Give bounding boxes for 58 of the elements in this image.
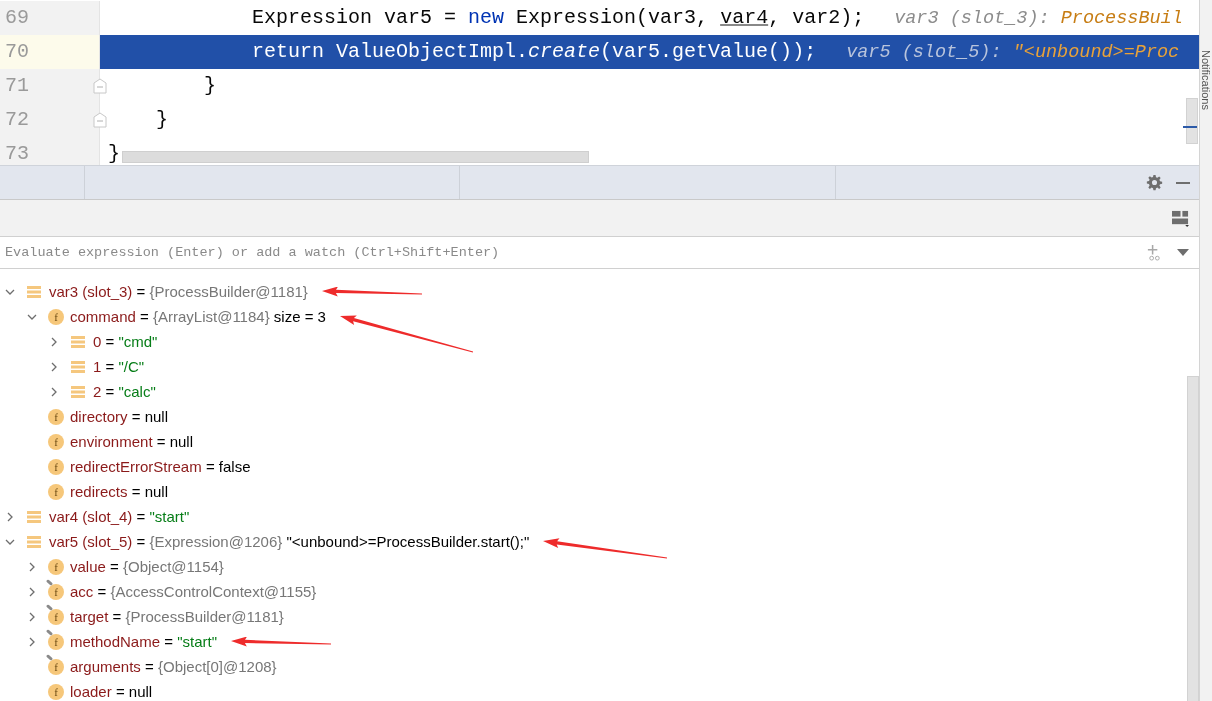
scrollbar-thumb[interactable] (1186, 98, 1198, 144)
chevron-right-icon[interactable] (49, 361, 59, 372)
field-icon: f (48, 408, 64, 425)
line-number: 72 (5, 108, 29, 131)
code-line: } (155, 108, 168, 131)
stack-icon (71, 384, 85, 399)
minimize-icon (1176, 181, 1190, 184)
chevron-right-icon[interactable] (27, 611, 37, 622)
stack-icon (71, 334, 85, 349)
scrollbar-thumb[interactable] (1187, 376, 1199, 701)
notifications-tab[interactable]: Notifications (1200, 50, 1212, 110)
variable-value: environment = null (70, 433, 193, 450)
chevron-right-icon[interactable] (27, 586, 37, 597)
line-number: 71 (5, 74, 29, 97)
field-icon: f (48, 483, 64, 500)
variable-value: target = {ProcessBuilder@1181} (70, 608, 284, 625)
variable-value: acc = {AccessControlContext@1155} (70, 583, 317, 600)
variable-value: arguments = {Object[0]@1208} (70, 658, 277, 675)
variable-value: 2 = "calc" (93, 383, 156, 400)
variable-value: var5 (slot_5) = {Expression@1206} "<unbound>=ProcessBuilder.start();" (49, 533, 530, 550)
scrollbar-thumb[interactable] (122, 151, 589, 163)
field-icon: f (48, 683, 64, 700)
code-line: } (203, 74, 217, 97)
variable-value: value = {Object@1154} (70, 558, 224, 575)
stack-icon (27, 284, 41, 299)
variable-value: command = {ArrayList@1184} size = 3 (70, 308, 326, 325)
stack-icon (27, 509, 41, 524)
chevron-right-icon[interactable] (49, 336, 59, 347)
variable-value: 0 = "cmd" (93, 333, 158, 350)
variable-value: var3 (slot_3) = {ProcessBuilder@1181} (49, 283, 308, 300)
chevron-right-icon[interactable] (27, 636, 37, 647)
chevron-right-icon[interactable] (27, 561, 37, 572)
caret-marker (1183, 126, 1197, 128)
code-line: return ValueObjectImpl.create(var5.getValue()); var5 (slot_5): "<unbound>=Proc (251, 40, 1180, 63)
field-icon: f (48, 433, 64, 450)
add-watch-icon (1146, 244, 1163, 261)
variable-value: redirects = null (70, 483, 168, 500)
variable-value: 1 = "/C" (93, 358, 145, 375)
line-number: 69 (5, 6, 29, 29)
chevron-right-icon[interactable] (49, 386, 59, 397)
variable-value: loader = null (70, 683, 153, 700)
layout-icon (1172, 209, 1189, 227)
variable-value: redirectErrorStream = false (70, 458, 251, 475)
line-number: 73 (5, 142, 29, 165)
field-icon: f (48, 458, 64, 475)
line-number: 70 (5, 40, 29, 63)
caret-icon (1177, 248, 1189, 257)
chevron-right-icon[interactable] (5, 511, 15, 522)
variable-value: directory = null (70, 408, 168, 425)
stack-icon (71, 359, 85, 374)
code-line: Expression var5 = new Expression(var3, var4, var2); var3 (slot_3): ProcessBuil (251, 6, 1183, 29)
code-line: } (108, 142, 120, 165)
field-icon: f (48, 558, 64, 575)
field-icon: f (48, 308, 64, 325)
variable-value: methodName = "start" (70, 633, 217, 650)
stack-icon (27, 534, 41, 549)
gear-icon (1146, 174, 1163, 191)
variable-value: var4 (slot_4) = "start" (49, 508, 190, 525)
